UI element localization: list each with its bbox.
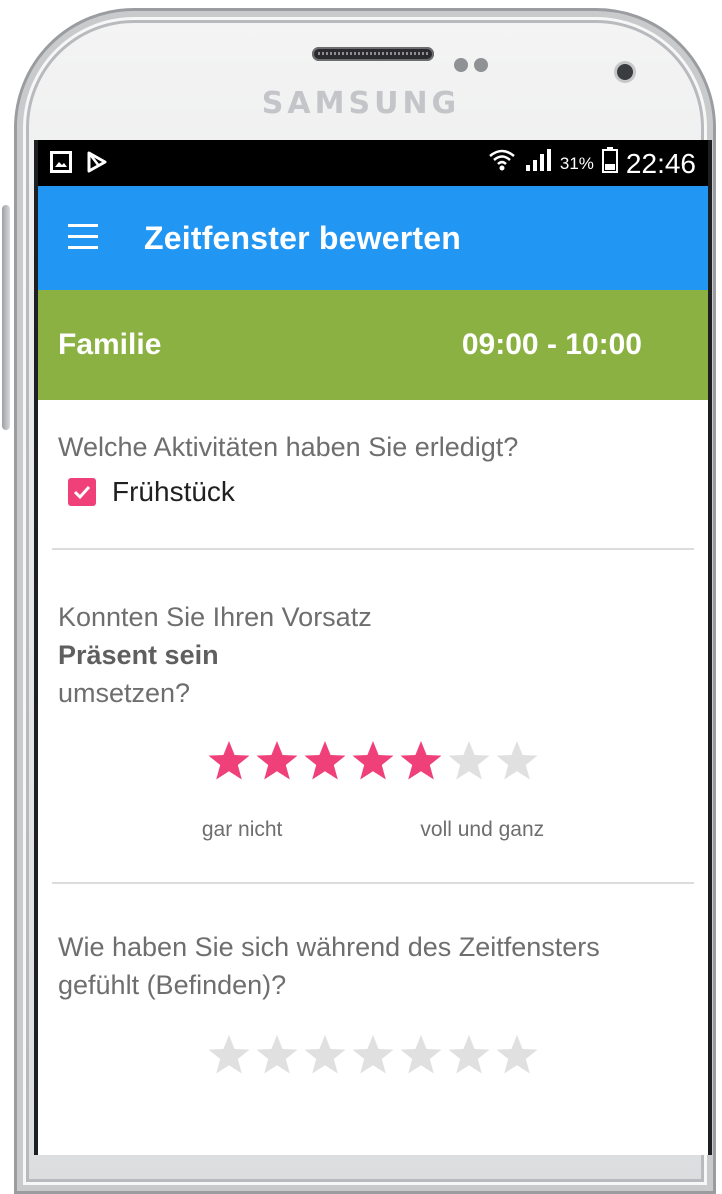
brand-logo: SAMSUNG [261, 86, 461, 121]
category-name: Familie [58, 328, 162, 361]
category-header: Familie 09:00 - 10:00 [38, 290, 708, 400]
intention-star-rating[interactable] [58, 738, 688, 784]
rating-scale-labels: gar nicht voll und ganz [58, 818, 688, 842]
check-icon [73, 485, 91, 500]
wellbeing-star-rating[interactable] [58, 1032, 688, 1078]
scale-label-high: voll und ganz [420, 818, 545, 841]
activities-question: Welche Aktivitäten haben Sie erledigt? [58, 432, 519, 462]
gallery-notification-icon [50, 151, 72, 178]
intention-question-suffix: umsetzen? [58, 678, 191, 708]
volume-button [2, 205, 10, 430]
star-icon[interactable] [254, 1032, 300, 1078]
wifi-icon [488, 147, 516, 180]
earpiece-speaker [312, 47, 434, 61]
activity-checkbox[interactable] [68, 478, 96, 506]
activity-checkbox-row[interactable]: Frühstück [68, 476, 688, 508]
star-icon[interactable] [302, 1032, 348, 1078]
front-camera [617, 64, 633, 80]
hamburger-menu-icon-line [68, 246, 98, 249]
intention-question-prefix: Konnten Sie Ihren Vorsatz [58, 602, 372, 632]
star-icon[interactable] [302, 738, 348, 784]
activities-section: Welche Aktivitäten haben Sie erledigt? F… [38, 400, 708, 548]
hamburger-menu-icon [68, 224, 98, 227]
intention-section: Konnten Sie Ihren Vorsatz Präsent sein u… [38, 550, 708, 882]
star-icon[interactable] [398, 738, 444, 784]
play-store-notification-icon [86, 151, 108, 178]
activity-label: Frühstück [112, 476, 235, 507]
time-range: 09:00 - 10:00 [461, 328, 642, 361]
intention-name: Präsent sein [58, 640, 219, 670]
proximity-sensor [454, 58, 468, 72]
star-icon[interactable] [446, 1032, 492, 1078]
scale-label-low: gar nicht [201, 818, 283, 841]
app-bar: Zeitfenster bewerten [38, 186, 708, 290]
star-icon[interactable] [350, 738, 396, 784]
hamburger-menu-icon-line [68, 235, 98, 238]
star-icon[interactable] [350, 1032, 396, 1078]
star-icon[interactable] [206, 738, 252, 784]
phone-frame: SAMSUNG 31% 22:46 Zeitfenster bewerten F… [0, 0, 722, 1194]
screen: 31% 22:46 Zeitfenster bewerten Familie 0… [38, 140, 708, 1155]
star-icon[interactable] [206, 1032, 252, 1078]
wellbeing-section: Wie haben Sie sich während des Zeitfenst… [38, 884, 708, 1078]
status-bar: 31% 22:46 [38, 140, 708, 186]
star-icon[interactable] [494, 1032, 540, 1078]
menu-button[interactable] [68, 224, 106, 252]
signal-icon [524, 147, 552, 180]
battery-percent: 31% [559, 153, 594, 173]
light-sensor [474, 58, 488, 72]
clock: 22:46 [625, 147, 696, 179]
star-icon[interactable] [446, 738, 492, 784]
wellbeing-question: Wie haben Sie sich während des Zeitfenst… [58, 932, 600, 1000]
star-icon[interactable] [254, 738, 300, 784]
battery-icon [601, 147, 618, 180]
star-icon[interactable] [398, 1032, 444, 1078]
star-icon[interactable] [494, 738, 540, 784]
page-title: Zeitfenster bewerten [144, 219, 461, 256]
